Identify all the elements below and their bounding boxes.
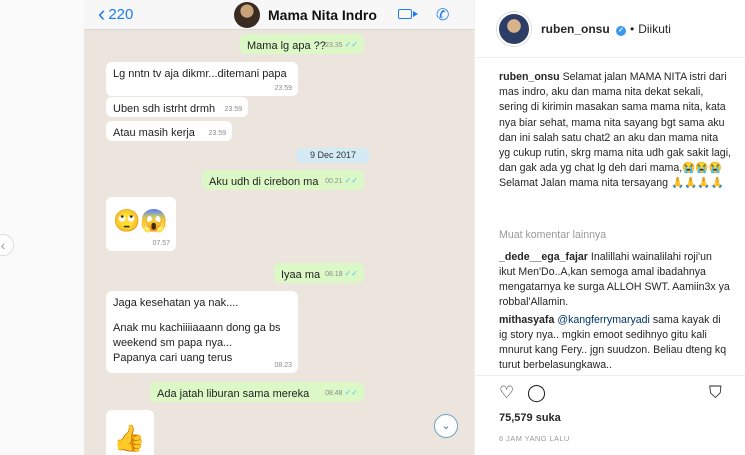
message-bubble: Aku udh di cirebon ma 00.21 ✓✓ bbox=[202, 170, 364, 190]
message-text: Ada jatah liburan sama mereka bbox=[157, 388, 310, 400]
comment-bubble-icon[interactable]: ◯ bbox=[527, 383, 546, 403]
message-time: 00.21 bbox=[325, 178, 343, 186]
message-text: Atau masih kerja bbox=[113, 127, 195, 139]
post-panel: ruben_onsu ✓ • Diikuti ruben_onsu Selama… bbox=[474, 0, 745, 455]
read-ticks-icon: ✓✓ bbox=[344, 388, 358, 398]
chevron-left-icon: ‹ bbox=[98, 0, 106, 26]
read-ticks-icon: ✓✓ bbox=[344, 176, 358, 186]
load-more-comments-link[interactable]: Muat komentar lainnya bbox=[499, 229, 606, 241]
follow-status-button[interactable]: Diikuti bbox=[638, 22, 671, 36]
chevron-down-icon: ⌄ bbox=[441, 420, 451, 432]
message-text: Mama lg apa ?? bbox=[247, 40, 326, 52]
emoji-message: 🙄😱 bbox=[113, 208, 168, 233]
message-text: Lg nntn tv aja dikmr...ditemani papa bbox=[113, 68, 287, 80]
message-text: Jaga kesehatan ya nak.... bbox=[113, 297, 239, 309]
read-ticks-icon: ✓✓ bbox=[344, 269, 358, 279]
message-bubble: Uben sdh istrht drmh 23.59 bbox=[106, 97, 248, 117]
read-ticks-icon: ✓✓ bbox=[344, 40, 358, 50]
message-bubble: Atau masih kerja 23.59 bbox=[106, 121, 232, 141]
message-bubble: Ada jatah liburan sama mereka 08.48 ✓✓ bbox=[150, 382, 364, 402]
message-bubble: Iyaa ma 08.18 ✓✓ bbox=[274, 263, 364, 283]
comment-mention[interactable]: @kangferrymaryadi bbox=[557, 314, 650, 326]
comment-username[interactable]: _dede__ega_fajar bbox=[499, 251, 588, 263]
message-time: 07.57 bbox=[152, 239, 170, 247]
video-call-icon bbox=[398, 9, 418, 19]
post-timestamp: 6 JAM YANG LALU bbox=[499, 434, 570, 443]
like-count[interactable]: 75,579 suka bbox=[499, 412, 561, 424]
post-actions: ♡ ◯ ⛉ bbox=[499, 383, 725, 405]
separator-dot: • bbox=[630, 21, 635, 36]
chat-header: ‹ 220 Mama Nita Indro ✆ bbox=[84, 0, 474, 30]
divider bbox=[475, 375, 745, 376]
username-text: ruben_onsu bbox=[541, 21, 610, 36]
message-time: 08.48 bbox=[325, 390, 343, 398]
phone-call-icon: ✆ bbox=[436, 7, 450, 24]
bookmark-icon[interactable]: ⛉ bbox=[709, 383, 722, 403]
message-time: 23.35 bbox=[325, 42, 343, 50]
back-button: ‹ 220 bbox=[98, 0, 134, 26]
back-count: 220 bbox=[108, 6, 134, 23]
message-text: Uben sdh istrht drmh bbox=[113, 103, 216, 115]
message-text: Papanya cari uang terus bbox=[113, 351, 233, 364]
message-bubble: 🙄😱 07.57 bbox=[106, 197, 176, 251]
message-text: Iyaa ma bbox=[281, 269, 321, 281]
like-heart-icon[interactable]: ♡ bbox=[499, 383, 514, 403]
comment-item: mithasyafa @kangferrymaryadi sama kayak … bbox=[499, 313, 731, 373]
post-caption: ruben_onsu Selamat jalan MAMA NITA istri… bbox=[499, 70, 731, 192]
verified-badge-icon: ✓ bbox=[616, 25, 627, 36]
date-separator: 9 Dec 2017 bbox=[296, 148, 370, 163]
message-bubble: 👍 bbox=[106, 410, 154, 455]
contact-avatar bbox=[234, 2, 260, 28]
message-time: 23.59 bbox=[208, 129, 226, 137]
message-bubble: Mama lg apa ?? 23.35 ✓✓ bbox=[240, 34, 364, 54]
post-header: ruben_onsu ✓ • Diikuti bbox=[475, 0, 745, 58]
message-text: Aku udh di cirebon ma bbox=[209, 176, 319, 188]
avatar[interactable] bbox=[497, 11, 531, 46]
post-username[interactable]: ruben_onsu ✓ bbox=[541, 21, 627, 36]
scroll-down-button: ⌄ bbox=[434, 414, 458, 438]
contact-name: Mama Nita Indro bbox=[268, 7, 377, 23]
prev-post-button[interactable]: ‹ bbox=[0, 234, 14, 256]
comment-item: _dede__ega_fajar Inalillahi wainalilahi … bbox=[499, 250, 731, 310]
message-text: Anak mu kachiiiiaaann dong ga bs weekend… bbox=[113, 321, 281, 349]
comment-username[interactable]: mithasyafa bbox=[499, 314, 554, 326]
caption-username[interactable]: ruben_onsu bbox=[499, 71, 560, 83]
message-bubble: Lg nntn tv aja dikmr...ditemani papa 23.… bbox=[106, 62, 298, 96]
message-time: 23.59 bbox=[274, 84, 292, 92]
message-time: 08.23 bbox=[274, 361, 292, 369]
chevron-left-icon: ‹ bbox=[0, 237, 6, 253]
caption-text: Selamat jalan MAMA NITA istri dari mas i… bbox=[499, 71, 731, 190]
thumbs-up-emoji: 👍 bbox=[113, 423, 146, 453]
post-image: ‹ 220 Mama Nita Indro ✆ Mama lg apa ?? 2… bbox=[84, 0, 474, 455]
message-time: 08.18 bbox=[325, 271, 343, 279]
message-bubble: Jaga kesehatan ya nak.... Anak mu kachii… bbox=[106, 291, 298, 373]
message-time: 23.59 bbox=[224, 105, 242, 113]
